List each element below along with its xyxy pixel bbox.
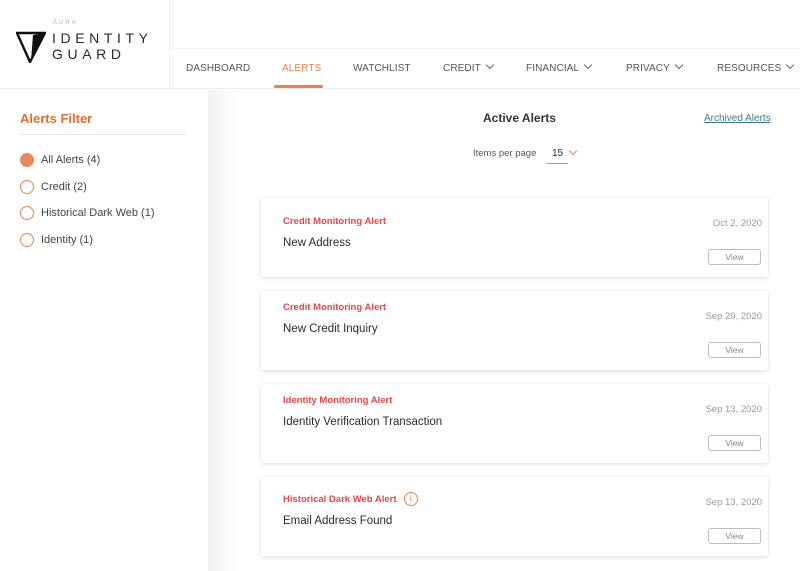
nav-watchlist[interactable]: WATCHLIST [353, 63, 411, 74]
nav-resources[interactable]: RESOURCES [717, 60, 795, 74]
items-per-page-select[interactable]: 15 [547, 146, 568, 164]
alert-title: New Credit Inquiry [283, 323, 378, 335]
nav-privacy[interactable]: PRIVACY [626, 60, 684, 74]
chevron-down-icon [674, 60, 684, 70]
nav-alerts-label: ALERTS [282, 63, 322, 74]
alert-card: Historical Dark Web Alert i Email Address… [261, 477, 768, 556]
alerts-filter-sidebar: Alerts Filter All Alerts (4) Credit (2) … [0, 90, 208, 571]
alert-title: Email Address Found [283, 515, 393, 527]
filter-all-alerts[interactable]: All Alerts (4) [20, 147, 155, 174]
radio-unchecked-icon[interactable] [20, 179, 34, 194]
logo-identity-text: IDENTITY [52, 30, 153, 46]
radio-checked-icon[interactable] [20, 153, 34, 168]
chevron-down-icon [786, 60, 795, 70]
alert-card: Credit Monitoring Alert New Address Oct … [261, 198, 768, 277]
info-icon[interactable]: i [403, 492, 418, 506]
alert-date: Sep 29, 2020 [705, 311, 762, 322]
filter-label: All Alerts (4) [41, 154, 101, 167]
nav-privacy-label: PRIVACY [626, 63, 670, 74]
alert-type: Credit Monitoring Alert [283, 302, 387, 313]
sidebar-shadow [208, 90, 238, 571]
chevron-down-icon[interactable] [568, 146, 578, 156]
alert-type-row: Historical Dark Web Alert i [283, 492, 418, 507]
alert-card: Identity Monitoring Alert Identity Verif… [261, 384, 768, 463]
alert-type: Historical Dark Web Alert [283, 494, 397, 505]
alert-date: Oct 2, 2020 [712, 218, 762, 229]
nav-financial[interactable]: FINANCIAL [526, 60, 593, 74]
alert-date: Sep 13, 2020 [705, 497, 762, 508]
page-title: Active Alerts [483, 111, 556, 125]
nav-resources-label: RESOURCES [717, 63, 782, 74]
nav-alerts[interactable]: ALERTS [282, 63, 321, 74]
header: ĀURA IDENTITY GUARD DASHBOARD ALERTS WAT… [0, 0, 800, 89]
alert-type: Identity Monitoring Alert [283, 395, 393, 406]
alert-card: Credit Monitoring Alert New Credit Inqui… [261, 291, 768, 370]
main-nav: DASHBOARD ALERTS WATCHLIST CREDIT FINANC… [171, 49, 800, 89]
alert-type: Credit Monitoring Alert [283, 216, 387, 227]
header-top-strip [171, 0, 800, 49]
view-button[interactable]: View [708, 342, 761, 358]
nav-credit[interactable]: CREDIT [443, 60, 495, 74]
nav-dashboard-label: DASHBOARD [186, 63, 251, 74]
view-button[interactable]: View [708, 249, 761, 265]
logo-guard-text: GUARD [52, 46, 126, 62]
radio-unchecked-icon[interactable] [20, 206, 34, 221]
items-per-page-label: Items per page [473, 148, 537, 159]
filter-credit[interactable]: Credit (2) [20, 174, 155, 201]
filter-historical-dark-web[interactable]: Historical Dark Web (1) [20, 200, 155, 227]
logo[interactable]: ĀURA IDENTITY GUARD [0, 0, 170, 89]
filter-list: All Alerts (4) Credit (2) Historical Dar… [20, 147, 155, 253]
nav-active-indicator [274, 85, 323, 88]
logo-aura-text: ĀURA [53, 20, 78, 26]
chevron-down-icon [485, 60, 495, 70]
radio-unchecked-icon[interactable] [20, 232, 34, 247]
nav-financial-label: FINANCIAL [526, 63, 580, 74]
view-button[interactable]: View [708, 528, 761, 544]
items-per-page-value: 15 [552, 148, 564, 159]
archived-alerts-link[interactable]: Archived Alerts [704, 113, 771, 124]
filter-title: Alerts Filter [20, 111, 93, 126]
alert-title: New Address [283, 237, 351, 249]
filter-label: Credit (2) [41, 180, 87, 193]
alert-date: Sep 13, 2020 [705, 404, 762, 415]
nav-credit-label: CREDIT [443, 63, 481, 74]
nav-dashboard[interactable]: DASHBOARD [186, 63, 250, 74]
chevron-down-icon [583, 60, 593, 70]
alert-title: Identity Verification Transaction [283, 416, 443, 428]
logo-mark-icon [16, 31, 46, 63]
filter-identity[interactable]: Identity (1) [20, 227, 155, 254]
nav-watchlist-label: WATCHLIST [353, 63, 411, 74]
filter-label: Historical Dark Web (1) [41, 207, 155, 220]
filter-label: Identity (1) [41, 233, 93, 246]
view-button[interactable]: View [708, 435, 761, 451]
filter-divider [20, 134, 186, 135]
